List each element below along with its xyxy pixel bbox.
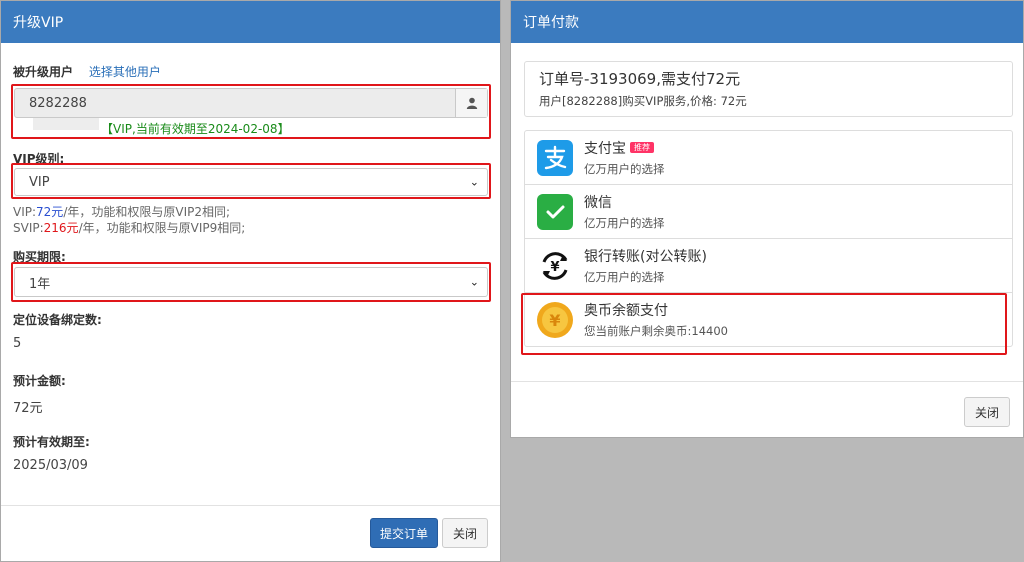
- expire-value: 2025/03/09: [13, 458, 88, 473]
- order-payment-header: 订单付款: [511, 1, 1023, 43]
- highlight-coin-option: [521, 293, 1007, 355]
- amount-label: 预计金额:: [13, 374, 66, 388]
- close-button[interactable]: 关闭: [964, 397, 1010, 427]
- order-payment-title: 订单付款: [523, 15, 579, 31]
- payment-desc: 亿万用户的选择: [584, 162, 665, 176]
- upgrade-vip-header: 升级VIP: [1, 1, 500, 43]
- vip-expiry-text: VIP,当前有效期至2024-02-08: [113, 122, 278, 136]
- upgrade-vip-dialog: 升级VIP 被升级用户 选择其他用户 8282288 【VIP,当前有效期至20…: [0, 0, 501, 562]
- svip-price-hint: SVIP:216元/年，功能和权限与原VIP9相同;: [13, 221, 246, 235]
- vip-level-value: VIP: [29, 174, 50, 190]
- amount-value: 72元: [13, 401, 43, 416]
- payment-desc: 亿万用户的选择: [584, 216, 665, 230]
- order-subtitle: 用户[8282288]购买VIP服务,价格: 72元: [539, 94, 747, 108]
- user-label: 被升级用户: [13, 65, 74, 79]
- choose-other-user-link[interactable]: 选择其他用户: [89, 65, 161, 79]
- upgrade-vip-title: 升级VIP: [13, 15, 64, 31]
- footer-divider: [511, 381, 1023, 382]
- payment-name: 银行转账(对公转账): [584, 249, 707, 265]
- expire-label: 预计有效期至:: [13, 435, 90, 449]
- chevron-down-icon: ⌄: [469, 275, 479, 289]
- footer-divider: [1, 505, 500, 506]
- payment-name: 微信: [584, 195, 612, 211]
- vip-price-hint: VIP:72元/年，功能和权限与原VIP2相同;: [13, 205, 231, 219]
- device-count-value: 5: [13, 336, 22, 351]
- submit-order-button[interactable]: 提交订单: [370, 518, 438, 548]
- user-select-addon[interactable]: [455, 89, 487, 117]
- order-payment-dialog: 订单付款 订单号-3193069,需支付72元 用户[8282288]购买VIP…: [510, 0, 1024, 438]
- svg-text:¥: ¥: [550, 260, 559, 275]
- close-button[interactable]: 关闭: [442, 518, 488, 548]
- chevron-down-icon: ⌄: [469, 175, 479, 189]
- period-value: 1年: [29, 276, 51, 292]
- payment-option-alipay[interactable]: 支付宝 推荐 亿万用户的选择: [524, 130, 1013, 185]
- wechat-icon: [537, 193, 573, 230]
- user-id-field[interactable]: 8282288: [14, 88, 488, 118]
- user-row: 被升级用户 选择其他用户: [13, 63, 161, 80]
- payment-option-bank[interactable]: ¥ 银行转账(对公转账) 亿万用户的选择: [524, 238, 1013, 293]
- bank-transfer-icon: ¥: [537, 248, 573, 284]
- masked-username: [33, 118, 99, 130]
- payment-desc: 亿万用户的选择: [584, 270, 665, 284]
- order-title: 订单号-3193069,需支付72元: [539, 70, 741, 88]
- alipay-icon: [537, 139, 573, 176]
- recommended-badge: 推荐: [630, 142, 654, 153]
- user-icon: [466, 97, 477, 109]
- period-select[interactable]: 1年 ⌄: [14, 267, 488, 297]
- payment-option-wechat[interactable]: 微信 亿万用户的选择: [524, 184, 1013, 239]
- vip-status-notice: 【VIP,当前有效期至2024-02-08】: [101, 122, 290, 136]
- user-id-value: 8282288: [29, 95, 87, 111]
- device-count-label: 定位设备绑定数:: [13, 313, 102, 327]
- order-summary: 订单号-3193069,需支付72元 用户[8282288]购买VIP服务,价格…: [524, 61, 1013, 117]
- vip-level-select[interactable]: VIP ⌄: [14, 168, 488, 196]
- payment-name: 支付宝: [584, 141, 626, 157]
